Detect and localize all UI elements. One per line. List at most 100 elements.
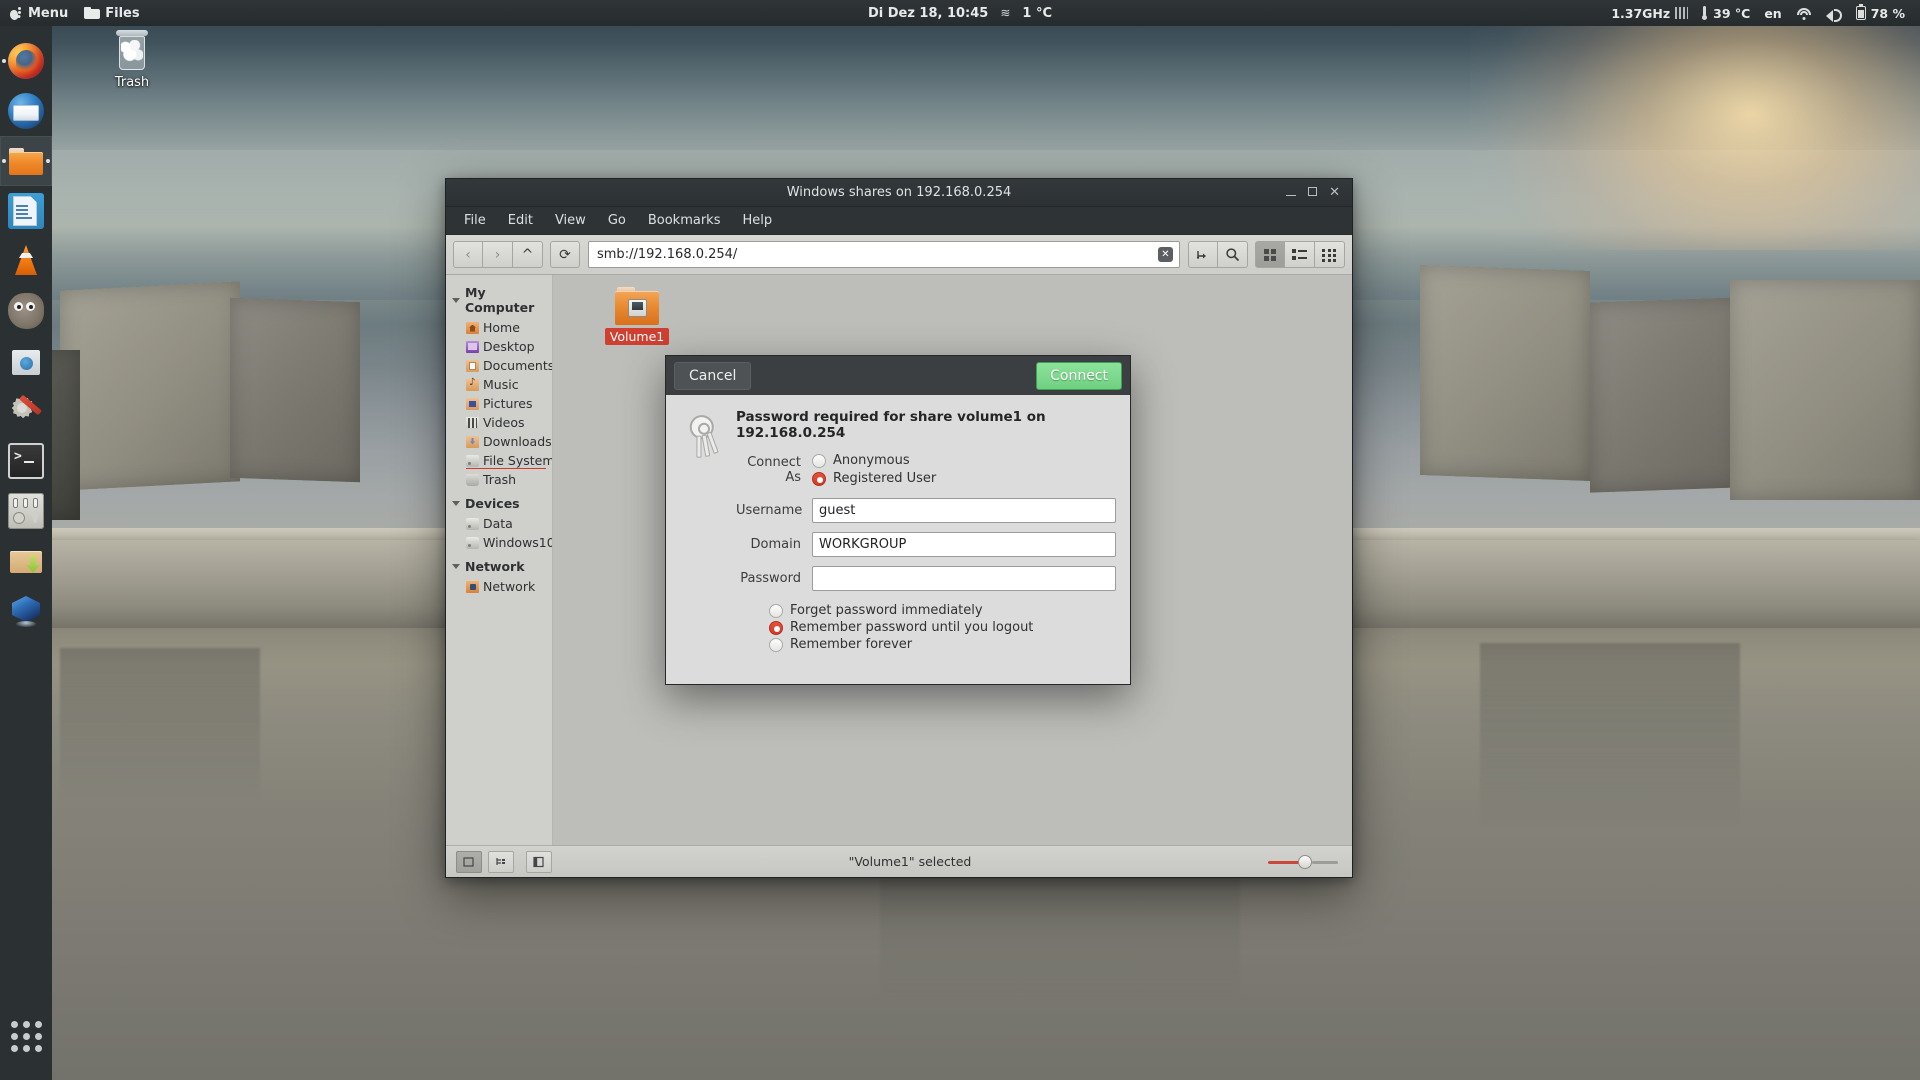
statusbar-tree-pane-button[interactable] [488,850,514,873]
dock-item-package-installer[interactable] [0,536,52,586]
radio-remember-forever-indicator[interactable] [769,637,783,652]
reload-button[interactable]: ⟳ [550,241,580,268]
statusbar-sidepane-toggle-button[interactable] [526,850,552,873]
domain-input[interactable]: WORKGROUP [812,532,1116,557]
sidebar-item-label: Trash [483,472,517,487]
sidebar-item-data[interactable]: Data [446,514,552,533]
sidebar-item-music[interactable]: Music [446,375,552,394]
sidebar-item-home[interactable]: Home [446,318,552,337]
menu-file[interactable]: File [454,209,496,232]
sidebar-item-trash[interactable]: Trash [446,470,552,489]
minimize-button[interactable] [1286,186,1297,199]
radio-remember-until-logout-indicator[interactable] [769,620,783,635]
dock-item-vlc[interactable] [0,236,52,286]
dock-item-virtualbox[interactable] [0,586,52,636]
menu-bookmarks[interactable]: Bookmarks [638,209,731,232]
sidebar-item-videos[interactable]: Videos [446,413,552,432]
sidebar-group-my-computer[interactable]: My Computer [446,282,552,318]
firefox-icon [8,43,44,79]
close-button[interactable]: ✕ [1329,186,1340,199]
sidebar-item-desktop[interactable]: Desktop [446,337,552,356]
sidebar-item-documents[interactable]: Documents [446,356,552,375]
thunderbird-icon [8,93,44,129]
documents-folder-icon [466,359,479,372]
menu-help[interactable]: Help [732,209,782,232]
radio-remember-until-logout[interactable]: Remember password until you logout [769,620,1116,635]
view-mode-list-button[interactable] [1285,241,1315,268]
cancel-button[interactable]: Cancel [674,361,752,390]
wallpaper-block [1420,265,1590,481]
tray-battery[interactable]: 78 % [1849,0,1912,26]
clock[interactable]: Di Dez 18, 10:45 [868,6,988,21]
single-pane-icon [463,856,474,867]
gear-wrench-icon [8,393,44,429]
view-mode-icons-button[interactable] [1255,241,1285,268]
connect-as-options: Anonymous Registered User [812,453,936,486]
taskbar-item-files[interactable]: Files [76,0,147,26]
menu-button-label: Menu [28,5,69,21]
wallpaper-block [1730,280,1920,500]
radio-registered-user-label: Registered User [833,471,937,486]
desktop-icon-trash[interactable]: Trash [88,30,176,90]
dock-item-firefox[interactable] [0,36,52,86]
back-button[interactable]: ‹ [453,241,483,268]
radio-registered-user[interactable]: Registered User [812,471,936,486]
show-applications-button[interactable] [0,1010,52,1062]
sidebar-item-label: Desktop [483,339,535,354]
up-button[interactable]: ^ [513,241,543,268]
tray-cpu-frequency[interactable]: 1.37GHz [1604,0,1695,26]
radio-forget-immediately[interactable]: Forget password immediately [769,603,1116,618]
dialog-body: Password required for share volume1 on 1… [666,395,1130,684]
dock-item-software[interactable] [0,336,52,386]
connect-button[interactable]: Connect [1036,361,1122,390]
weather-temperature[interactable]: 1 °C [1022,6,1052,21]
view-mode-compact-button[interactable] [1315,241,1345,268]
sidebar-item-windows10[interactable]: Windows10 [446,533,552,552]
maximize-button[interactable] [1308,186,1318,199]
zoom-slider-handle[interactable] [1298,854,1312,869]
tray-temperature[interactable]: 39 °C [1695,0,1757,26]
zoom-slider[interactable] [1268,853,1338,871]
wallpaper-block [1590,297,1740,493]
open-terminal-button[interactable] [1188,241,1218,268]
search-button[interactable] [1218,241,1248,268]
sidebar-item-network[interactable]: Network [446,577,552,596]
password-input[interactable] [812,566,1116,591]
dock-item-thunderbird[interactable] [0,86,52,136]
terminal-icon [8,443,44,479]
dock-item-mixer[interactable] [0,486,52,536]
menu-edit[interactable]: Edit [498,209,543,232]
zoom-slider-track-empty [1312,860,1338,864]
system-tray: 1.37GHz 39 °C en 78 % [1604,0,1920,26]
sidebar-item-downloads[interactable]: Downloads [446,432,552,451]
dock-item-libreoffice[interactable] [0,186,52,236]
sidebar-group-network[interactable]: Network [446,556,552,577]
cpu-icon [1675,7,1689,19]
radio-remember-forever[interactable]: Remember forever [769,637,1116,652]
tray-volume[interactable] [1819,0,1849,26]
forward-button[interactable]: › [483,241,513,268]
menu-view[interactable]: View [545,209,596,232]
window-titlebar[interactable]: Windows shares on 192.168.0.254 ✕ [446,179,1352,207]
dock-item-terminal[interactable] [0,436,52,486]
keyring-icon [682,411,724,462]
statusbar-single-pane-button[interactable] [456,850,482,873]
dock-item-files[interactable] [0,136,52,186]
radio-forget-immediately-indicator[interactable] [769,603,783,618]
path-input[interactable]: smb://192.168.0.254/ ✕ [588,241,1180,268]
menu-button[interactable]: Menu [0,0,76,26]
sidebar-item-file-system[interactable]: File System [446,451,552,470]
radio-registered-user-indicator[interactable] [812,471,826,486]
sidebar-item-pictures[interactable]: Pictures [446,394,552,413]
dock-item-gimp[interactable] [0,286,52,336]
radio-anonymous-indicator[interactable] [812,453,826,468]
clear-icon[interactable]: ✕ [1158,247,1173,262]
sidebar-group-devices[interactable]: Devices [446,493,552,514]
menu-go[interactable]: Go [598,209,636,232]
file-item-volume1[interactable]: Volume1 [595,287,679,345]
tray-keyboard-layout[interactable]: en [1757,0,1788,26]
radio-anonymous[interactable]: Anonymous [812,453,936,468]
username-input[interactable]: guest [812,498,1116,523]
dock-item-settings[interactable] [0,386,52,436]
tray-network[interactable] [1789,0,1819,26]
